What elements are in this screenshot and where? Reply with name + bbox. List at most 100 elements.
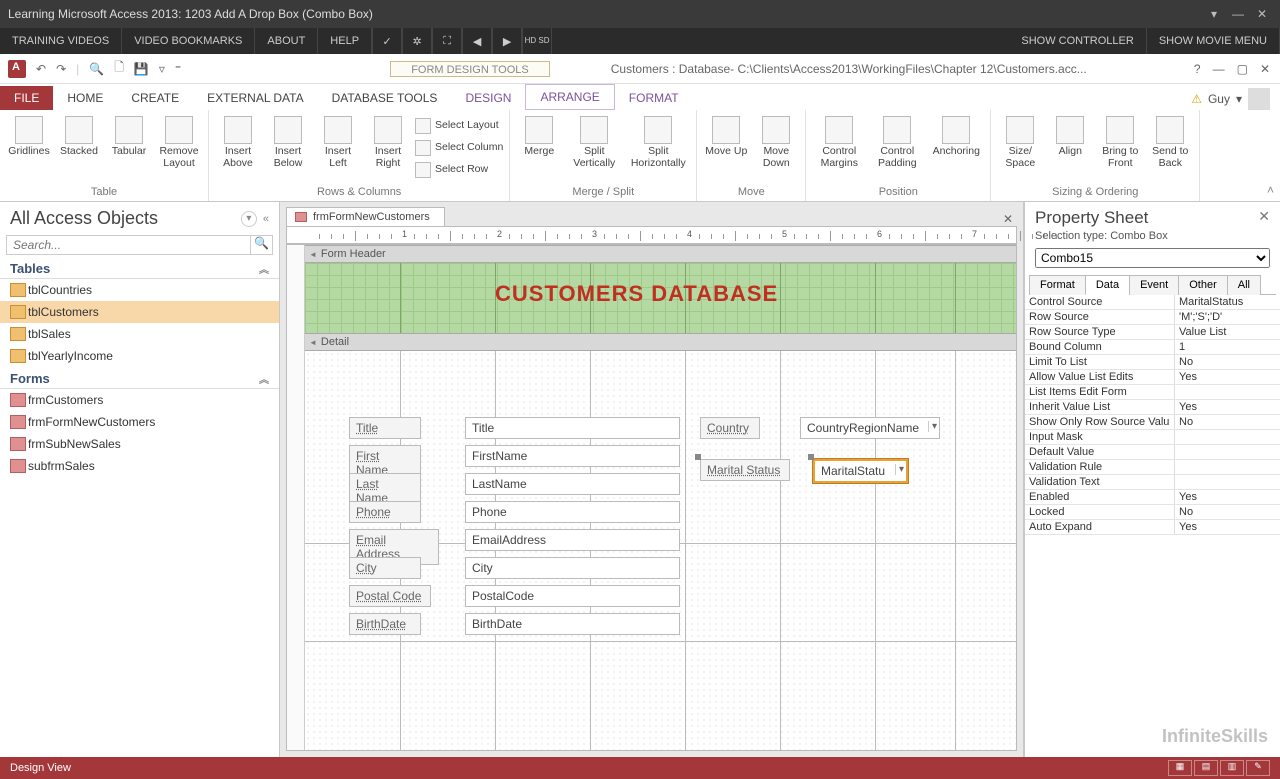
property-row[interactable]: LockedNo <box>1025 505 1280 520</box>
field-postal[interactable]: PostalCode <box>465 585 680 607</box>
property-row[interactable]: Row Source'M';'S';'D' <box>1025 310 1280 325</box>
tabular-button[interactable]: Tabular <box>106 114 152 158</box>
property-tab-all[interactable]: All <box>1227 275 1261 295</box>
property-row[interactable]: Validation Rule <box>1025 460 1280 475</box>
about-button[interactable]: ABOUT <box>255 28 318 54</box>
filter-icon[interactable]: ▿ <box>159 62 165 76</box>
video-bookmarks-button[interactable]: VIDEO BOOKMARKS <box>122 28 255 54</box>
insert-above-button[interactable]: Insert Above <box>215 114 261 169</box>
tab-external-data[interactable]: EXTERNAL DATA <box>193 86 317 110</box>
stacked-button[interactable]: Stacked <box>56 114 102 158</box>
property-row[interactable]: Bound Column1 <box>1025 340 1280 355</box>
insert-left-button[interactable]: Insert Left <box>315 114 361 169</box>
split-vertically-button[interactable]: Split Vertically <box>566 114 622 169</box>
nav-form-frmSubNewSales[interactable]: frmSubNewSales <box>0 433 279 455</box>
search-box[interactable]: 🔍 <box>6 235 273 255</box>
tab-database-tools[interactable]: DATABASE TOOLS <box>318 86 452 110</box>
field-birthdate[interactable]: BirthDate <box>465 613 680 635</box>
property-tab-format[interactable]: Format <box>1029 275 1086 295</box>
print-preview-icon[interactable]: 🔍 <box>89 62 104 76</box>
property-grid[interactable]: Control SourceMaritalStatusRow Source'M'… <box>1025 295 1280 757</box>
split-horizontally-button[interactable]: Split Horizontally <box>626 114 690 169</box>
select-column-button[interactable]: Select Column <box>415 136 503 158</box>
label-country[interactable]: Country <box>700 417 760 439</box>
field-title[interactable]: Title <box>465 417 680 439</box>
avatar[interactable] <box>1248 88 1270 110</box>
layout-view-button[interactable]: ▥ <box>1220 760 1244 776</box>
field-marital-status-combo[interactable]: MaritalStatu <box>813 459 908 483</box>
nav-form-subfrmSales[interactable]: subfrmSales <box>0 455 279 477</box>
label-phone[interactable]: Phone <box>349 501 421 523</box>
property-row[interactable]: Show Only Row Source ValuNo <box>1025 415 1280 430</box>
category-tables[interactable]: Tables︽ <box>0 257 279 279</box>
insert-below-button[interactable]: Insert Below <box>265 114 311 169</box>
check-icon[interactable]: ✓ <box>372 28 402 54</box>
user-name[interactable]: Guy <box>1208 92 1230 106</box>
label-marital-status[interactable]: Marital Status <box>700 459 790 481</box>
detail-bar[interactable]: Detail <box>287 333 1016 351</box>
anchoring-button[interactable]: Anchoring <box>928 114 984 158</box>
datasheet-view-button[interactable]: ▤ <box>1194 760 1218 776</box>
category-forms[interactable]: Forms︽ <box>0 367 279 389</box>
undo-icon[interactable]: ↶ <box>36 62 46 76</box>
gear-icon[interactable]: ✲ <box>402 28 432 54</box>
nav-dropdown-icon[interactable]: ▾ <box>241 211 257 227</box>
property-row[interactable]: Inherit Value ListYes <box>1025 400 1280 415</box>
control-margins-button[interactable]: Control Margins <box>812 114 866 169</box>
tab-create[interactable]: CREATE <box>117 86 193 110</box>
qat-more-icon[interactable]: ⁼ <box>175 62 181 76</box>
select-layout-button[interactable]: Select Layout <box>415 114 503 136</box>
insert-right-button[interactable]: Insert Right <box>365 114 411 169</box>
app-close-icon[interactable]: ✕ <box>1260 62 1270 76</box>
send-to-back-button[interactable]: Send to Back <box>1147 114 1193 169</box>
field-email[interactable]: EmailAddress <box>465 529 680 551</box>
document-tab[interactable]: frmFormNewCustomers <box>286 207 445 226</box>
fullscreen-icon[interactable]: ⛶ <box>432 28 462 54</box>
label-city[interactable]: City <box>349 557 421 579</box>
align-button[interactable]: Align <box>1047 114 1093 158</box>
tab-home[interactable]: HOME <box>53 86 117 110</box>
new-icon[interactable]: 🗋 <box>114 58 124 79</box>
design-view-button[interactable]: ✎ <box>1246 760 1270 776</box>
field-last-name[interactable]: LastName <box>465 473 680 495</box>
form-header-section[interactable]: CUSTOMERS DATABASE <box>305 263 1016 333</box>
property-row[interactable]: Validation Text <box>1025 475 1280 490</box>
nav-table-tblYearlyIncome[interactable]: tblYearlyIncome <box>0 345 279 367</box>
bring-to-front-button[interactable]: Bring to Front <box>1097 114 1143 169</box>
show-controller-button[interactable]: SHOW CONTROLLER <box>1009 28 1146 54</box>
control-padding-button[interactable]: Control Padding <box>870 114 924 169</box>
help-icon[interactable]: ? <box>1194 62 1201 76</box>
nav-collapse-icon[interactable]: « <box>263 213 269 225</box>
collapse-ribbon-icon[interactable]: ˄ <box>1267 183 1274 197</box>
restore-icon[interactable]: — <box>1228 7 1248 21</box>
tab-format[interactable]: FORMAT <box>615 86 693 110</box>
search-input[interactable] <box>7 236 250 254</box>
property-row[interactable]: EnabledYes <box>1025 490 1280 505</box>
prev-icon[interactable]: ◀ <box>462 28 492 54</box>
field-city[interactable]: City <box>465 557 680 579</box>
search-icon[interactable]: 🔍 <box>250 236 272 254</box>
help-button[interactable]: HELP <box>318 28 372 54</box>
tab-design[interactable]: DESIGN <box>451 86 525 110</box>
gridlines-button[interactable]: Gridlines <box>6 114 52 158</box>
detail-section[interactable]: Title First Name Last Name Phone Email A… <box>305 351 1016 751</box>
property-row[interactable]: Row Source TypeValue List <box>1025 325 1280 340</box>
tab-file[interactable]: FILE <box>0 86 53 110</box>
nav-form-frmFormNewCustomers[interactable]: frmFormNewCustomers <box>0 411 279 433</box>
property-row[interactable]: Default Value <box>1025 445 1280 460</box>
app-minimize-icon[interactable]: — <box>1213 62 1225 76</box>
merge-button[interactable]: Merge <box>516 114 562 158</box>
remove-layout-button[interactable]: Remove Layout <box>156 114 202 169</box>
form-view-button[interactable]: ▦ <box>1168 760 1192 776</box>
field-first-name[interactable]: FirstName <box>465 445 680 467</box>
minimize-icon[interactable]: ▾ <box>1204 7 1224 21</box>
next-icon[interactable]: ▶ <box>492 28 522 54</box>
nav-table-tblCountries[interactable]: tblCountries <box>0 279 279 301</box>
field-country-combo[interactable]: CountryRegionName <box>800 417 940 439</box>
property-tab-data[interactable]: Data <box>1085 275 1130 295</box>
form-header-bar[interactable]: Form Header <box>287 245 1016 263</box>
field-phone[interactable]: Phone <box>465 501 680 523</box>
property-row[interactable]: Auto ExpandYes <box>1025 520 1280 535</box>
nav-table-tblCustomers[interactable]: tblCustomers <box>0 301 279 323</box>
property-row[interactable]: Input Mask <box>1025 430 1280 445</box>
